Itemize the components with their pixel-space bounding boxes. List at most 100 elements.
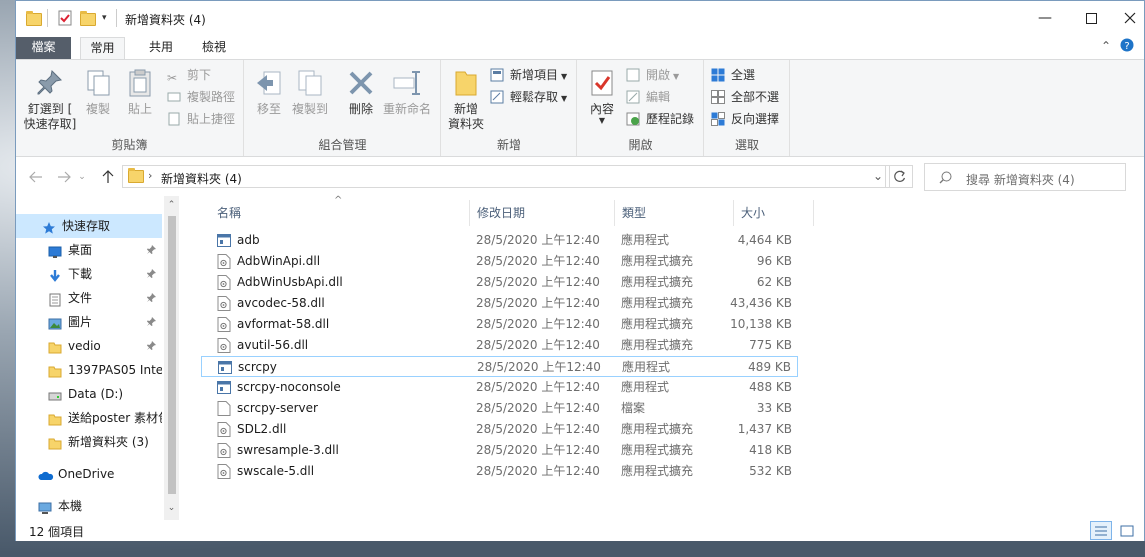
column-separator[interactable] [469,200,470,226]
copy-path-button[interactable]: 複製路徑 [167,87,235,107]
new-folder-quick-icon[interactable] [80,10,96,26]
dll-icon [217,317,231,332]
tab-file[interactable]: 檔案 [16,37,71,59]
properties-button[interactable]: 內容 ▼ [586,68,618,125]
file-row[interactable]: adb 28/5/2020 上午12:40 應用程式 4,464 KB [201,230,798,251]
search-box[interactable]: 搜尋 新增資料夾 (4) [924,163,1126,191]
pin-quick-access-button[interactable]: 釘選到 [ 快速存取] [22,68,78,132]
paste-button[interactable]: 貼上 [120,68,160,117]
scroll-up-icon[interactable]: ⌃ [164,198,179,213]
nav-item-label: 文件 [68,291,93,305]
close-button[interactable] [1114,1,1145,35]
column-header-size[interactable]: 大小 [741,204,765,222]
maximize-button[interactable] [1068,1,1114,35]
copy-to-button[interactable]: 複製到 [289,68,331,117]
select-all-button[interactable]: 全選 [711,65,755,85]
file-type: 應用程式 [621,380,670,394]
history-label: 歷程記錄 [646,112,695,126]
rename-button[interactable]: 重新命名 [381,68,433,117]
file-row[interactable]: scrcpy-noconsole 28/5/2020 上午12:40 應用程式 488… [201,377,798,398]
chevron-right-icon[interactable]: › [148,169,152,182]
nav-item[interactable]: 下載 [16,262,162,286]
file-size: 418 KB [749,443,792,457]
nav-item[interactable]: 快速存取 [16,214,162,238]
file-row[interactable]: avformat-58.dll 28/5/2020 上午12:40 應用程式擴充 10… [201,314,798,335]
folder-icon [48,435,62,450]
item-count: 12 個項目 [29,525,85,539]
column-header-name[interactable]: 名稱 [217,204,241,222]
nav-item-label: Data (D:) [68,387,124,401]
scroll-thumb[interactable] [168,216,176,494]
recent-locations-icon[interactable]: ⌄ [70,166,94,188]
file-row[interactable]: scrcpy-server 28/5/2020 上午12:40 檔案 33 KB [201,398,798,419]
nav-item[interactable]: 文件 [16,286,162,310]
nav-item[interactable]: vedio [16,334,162,358]
file-row[interactable]: AdbWinUsbApi.dll 28/5/2020 上午12:40 應用程式擴充 6… [201,272,798,293]
nav-item[interactable]: 送給poster 素材包 [16,406,162,430]
move-to-icon [254,68,284,98]
nav-item[interactable]: 本機 [16,494,162,518]
file-row[interactable]: swscale-5.dll 28/5/2020 上午12:40 應用程式擴充 532 … [201,461,798,482]
history-button[interactable]: 歷程記錄 [626,109,694,129]
tab-share[interactable]: 共用 [137,37,185,59]
nav-item[interactable]: 1397PAS05 Intel [16,358,162,382]
new-item-icon [490,68,504,82]
svg-text:?: ? [1124,41,1129,52]
column-header-date[interactable]: 修改日期 [477,204,525,222]
address-path[interactable]: 新增資料夾 (4) [161,170,242,187]
file-row[interactable]: swresample-3.dll 28/5/2020 上午12:40 應用程式擴充 4… [201,440,798,461]
nav-item[interactable]: Data (D:) [16,382,162,406]
cut-button[interactable]: ✂ 剪下 [167,65,211,85]
refresh-button[interactable] [885,165,913,188]
nav-item[interactable]: 圖片 [16,310,162,334]
paste-shortcut-button[interactable]: 貼上捷徑 [167,109,235,129]
nav-item-label: 快速存取 [62,219,111,233]
collapse-ribbon-icon[interactable]: ⌃ [1101,39,1111,53]
nav-item[interactable]: OneDrive [16,462,162,486]
easy-access-icon [490,90,504,104]
select-group-label: 選取 [734,138,759,152]
copy-button[interactable]: 複製 [80,68,116,117]
edit-button[interactable]: 編輯 [626,87,670,107]
select-none-button[interactable]: 全部不選 [711,87,779,107]
file-row[interactable]: avcodec-58.dll 28/5/2020 上午12:40 應用程式擴充 43,… [201,293,798,314]
document-icon [48,291,62,307]
delete-button[interactable]: 刪除 [345,68,377,117]
navigation-scrollbar[interactable]: ⌃ ⌄ [164,196,179,520]
file-date: 28/5/2020 上午12:40 [476,380,600,394]
exe-icon [217,380,231,395]
cut-label: 剪下 [187,68,212,82]
column-separator[interactable] [614,200,615,226]
properties-quick-icon[interactable] [57,10,73,26]
open-button[interactable]: 開啟 ▼ [626,65,679,85]
new-item-button[interactable]: 新增項目 ▼ [490,65,567,85]
details-view-button[interactable] [1090,521,1112,540]
easy-access-button[interactable]: 輕鬆存取 ▼ [490,87,567,107]
column-separator[interactable] [733,200,734,226]
select-all-label: 全選 [731,68,756,82]
column-separator[interactable] [813,200,814,226]
large-icons-view-button[interactable] [1116,521,1138,540]
nav-item[interactable]: 桌面 [16,238,162,262]
search-input[interactable]: 搜尋 新增資料夾 (4) [966,171,1075,188]
folder-icon [48,411,62,426]
file-row[interactable]: AdbWinApi.dll 28/5/2020 上午12:40 應用程式擴充 96 K… [201,251,798,272]
tab-view[interactable]: 檢視 [190,37,238,59]
column-header-type[interactable]: 類型 [622,204,646,222]
address-bar[interactable]: › 新增資料夾 (4) ⌄ [122,165,890,188]
back-button[interactable] [24,166,48,188]
scroll-down-icon[interactable]: ⌄ [164,501,179,516]
file-row[interactable]: avutil-56.dll 28/5/2020 上午12:40 應用程式擴充 775 … [201,335,798,356]
nav-item[interactable]: 新增資料夾 (3) [16,430,162,454]
file-row[interactable]: scrcpy 28/5/2020 上午12:40 應用程式 489 KB [201,356,798,377]
invert-selection-button[interactable]: 反向選擇 [711,109,779,129]
file-row[interactable]: SDL2.dll 28/5/2020 上午12:40 應用程式擴充 1,437 KB [201,419,798,440]
up-button[interactable] [96,166,120,188]
minimize-button[interactable]: — [1022,1,1068,35]
chevron-down-icon[interactable]: ⌄ [873,169,883,183]
tab-home[interactable]: 常用 [80,37,125,59]
move-to-button[interactable]: 移至 [253,68,285,117]
navigation-pane: 快速存取桌面 下載文件圖片 vedio 1397PAS05 Intel Data (D:… [16,196,179,520]
new-folder-button[interactable]: 新增 資料夾 [444,68,488,132]
help-icon[interactable]: ? [1120,38,1134,55]
